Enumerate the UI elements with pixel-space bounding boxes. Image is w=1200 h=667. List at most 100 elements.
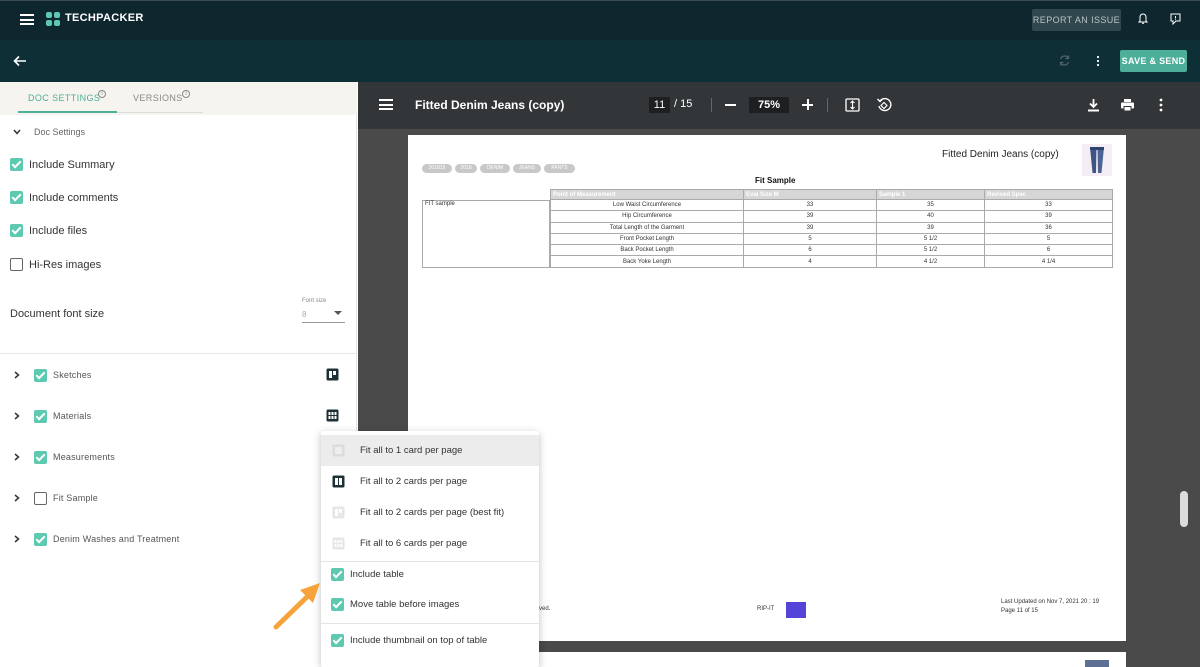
menu-item-label: Fit all to 6 cards per page — [360, 538, 468, 549]
jeans-thumbnail — [1082, 144, 1112, 176]
fit-page-icon[interactable] — [845, 98, 860, 112]
current-page-input[interactable]: 11 — [649, 97, 670, 113]
viewer-menu-icon[interactable] — [379, 99, 393, 110]
tab-doc-settings[interactable]: DOC SETTINGS — [28, 93, 100, 103]
toolbar-separator — [827, 98, 828, 112]
chevron-right-icon[interactable] — [14, 412, 20, 420]
table-cell: 4 1/4 — [984, 255, 1113, 268]
table-cell: Total Length of the Garment — [550, 221, 744, 234]
zoom-in-button[interactable] — [802, 99, 813, 110]
zoom-out-button[interactable] — [725, 104, 736, 106]
materials-checkbox[interactable] — [34, 410, 47, 423]
table-header: Eval Size M — [743, 189, 877, 200]
total-pages: / 15 — [674, 98, 693, 110]
table-cell: 4 1/2 — [876, 255, 985, 268]
move-table-before-images-label: Move table before images — [350, 599, 460, 610]
table-cell: Front Pocket Length — [550, 232, 744, 246]
menu-item-2-cards-per-page[interactable]: Fit all to 2 cards per page — [321, 466, 539, 497]
next-page-thumbnail — [1085, 660, 1109, 667]
include-comments-label: Include comments — [29, 192, 119, 204]
table-cell: 6 — [743, 244, 877, 257]
two-column-layout-icon[interactable] — [326, 368, 339, 381]
tag: 2019 — [455, 164, 477, 173]
table-cell: 39 — [743, 210, 877, 223]
menu-item-label: Fit all to 1 card per page — [360, 445, 463, 456]
table-cell: Back Pocket Length — [550, 244, 744, 257]
menu-divider — [321, 623, 539, 624]
save-and-send-button[interactable]: SAVE & SEND — [1120, 50, 1187, 72]
download-icon[interactable] — [1087, 98, 1100, 112]
table-cell: Hip Circumference — [550, 210, 744, 223]
hi-res-images-checkbox[interactable] — [10, 258, 23, 271]
measurements-checkbox[interactable] — [34, 451, 47, 464]
two-cards-icon — [332, 475, 345, 488]
section-measurements-label: Measurements — [53, 452, 115, 462]
include-files-checkbox[interactable] — [10, 224, 23, 237]
sync-icon[interactable] — [1058, 54, 1071, 67]
techpacker-logo-icon — [46, 12, 60, 26]
settings-tabs: DOC SETTINGS i VERSIONS i — [0, 82, 357, 115]
table-row: Total Length of the Garment 39 39 36 — [550, 221, 1113, 234]
section-label: Doc Settings — [34, 127, 86, 137]
more-options-icon[interactable] — [1096, 55, 1100, 67]
sketches-checkbox[interactable] — [34, 369, 47, 382]
tab-versions[interactable]: VERSIONS — [133, 93, 183, 103]
include-thumbnail-checkbox[interactable] — [331, 634, 344, 647]
menu-icon[interactable] — [20, 14, 34, 25]
measurements-table: Point of Measurement Eval Size M Sample … — [550, 189, 1113, 268]
grid-layout-icon[interactable] — [326, 409, 339, 422]
viewer-scrollbar[interactable] — [1180, 491, 1188, 527]
print-icon[interactable] — [1120, 98, 1135, 112]
menu-item-label: Fit all to 2 cards per page (best fit) — [360, 507, 505, 518]
denim-washes-checkbox[interactable] — [34, 533, 47, 546]
tag: JEANS — [513, 164, 541, 173]
table-header-row: Point of Measurement Eval Size M Sample … — [550, 189, 1113, 200]
include-comments-checkbox[interactable] — [10, 191, 23, 204]
menu-item-1-card-per-page[interactable]: Fit all to 1 card per page — [321, 435, 539, 466]
table-cell: Back Yoke Length — [550, 255, 744, 268]
document-toolbar — [0, 40, 1200, 82]
chevron-right-icon[interactable] — [14, 371, 20, 379]
viewer-more-options-icon[interactable] — [1159, 98, 1163, 112]
include-summary-checkbox[interactable] — [10, 158, 23, 171]
table-header: Sample 1 — [876, 189, 985, 200]
two-cards-best-fit-icon — [332, 506, 345, 519]
pdf-footer-copyright: rved. — [537, 606, 551, 612]
report-issue-button[interactable]: REPORT AN ISSUE — [1032, 9, 1121, 31]
tag: 201819 — [422, 164, 452, 173]
chevron-right-icon[interactable] — [14, 453, 20, 461]
table-header: Point of Measurement — [550, 189, 744, 200]
zoom-level[interactable]: 75% — [749, 97, 789, 113]
chevron-right-icon[interactable] — [14, 535, 20, 543]
toolbar-separator — [711, 98, 712, 112]
include-summary-label: Include Summary — [29, 159, 115, 171]
table-row: Back Pocket Length 6 5 1/2 6 — [550, 244, 1113, 257]
pdf-row-label-cell: FIT sample — [422, 200, 550, 268]
table-cell: 4 — [743, 255, 877, 268]
top-bar — [0, 0, 1200, 40]
include-files-label: Include files — [29, 225, 88, 237]
rotate-icon[interactable] — [876, 97, 892, 113]
fit-sample-checkbox[interactable] — [34, 492, 47, 505]
table-cell: 33 — [984, 198, 1113, 212]
section-sketches-label: Sketches — [53, 370, 92, 380]
bell-icon[interactable] — [1138, 13, 1148, 25]
pdf-footer-page: Page 11 of 15 — [1001, 608, 1038, 614]
feedback-icon[interactable] — [1170, 13, 1181, 25]
caret-down-icon[interactable] — [334, 311, 342, 315]
font-size-select[interactable]: 8 — [302, 310, 306, 319]
table-cell: 5 1/2 — [876, 232, 985, 246]
section-fit-sample-label: Fit Sample — [53, 493, 99, 503]
tab-divider — [117, 112, 203, 113]
back-arrow-icon[interactable] — [13, 54, 27, 68]
section-denim-washes-label: Denim Washes and Treatment — [53, 534, 180, 544]
table-header: Revised Spec — [984, 189, 1113, 200]
menu-item-2-cards-best-fit[interactable]: Fit all to 2 cards per page (best fit) — [321, 497, 539, 528]
move-table-before-images-checkbox[interactable] — [331, 598, 344, 611]
include-table-checkbox[interactable] — [331, 568, 344, 581]
menu-item-6-cards-per-page[interactable]: Fit all to 6 cards per page — [321, 528, 539, 559]
pdf-table-title: Fit Sample — [755, 176, 796, 185]
chevron-down-icon — [13, 129, 21, 135]
table-row: Hip Circumference 39 40 39 — [550, 210, 1113, 223]
chevron-right-icon[interactable] — [14, 494, 20, 502]
